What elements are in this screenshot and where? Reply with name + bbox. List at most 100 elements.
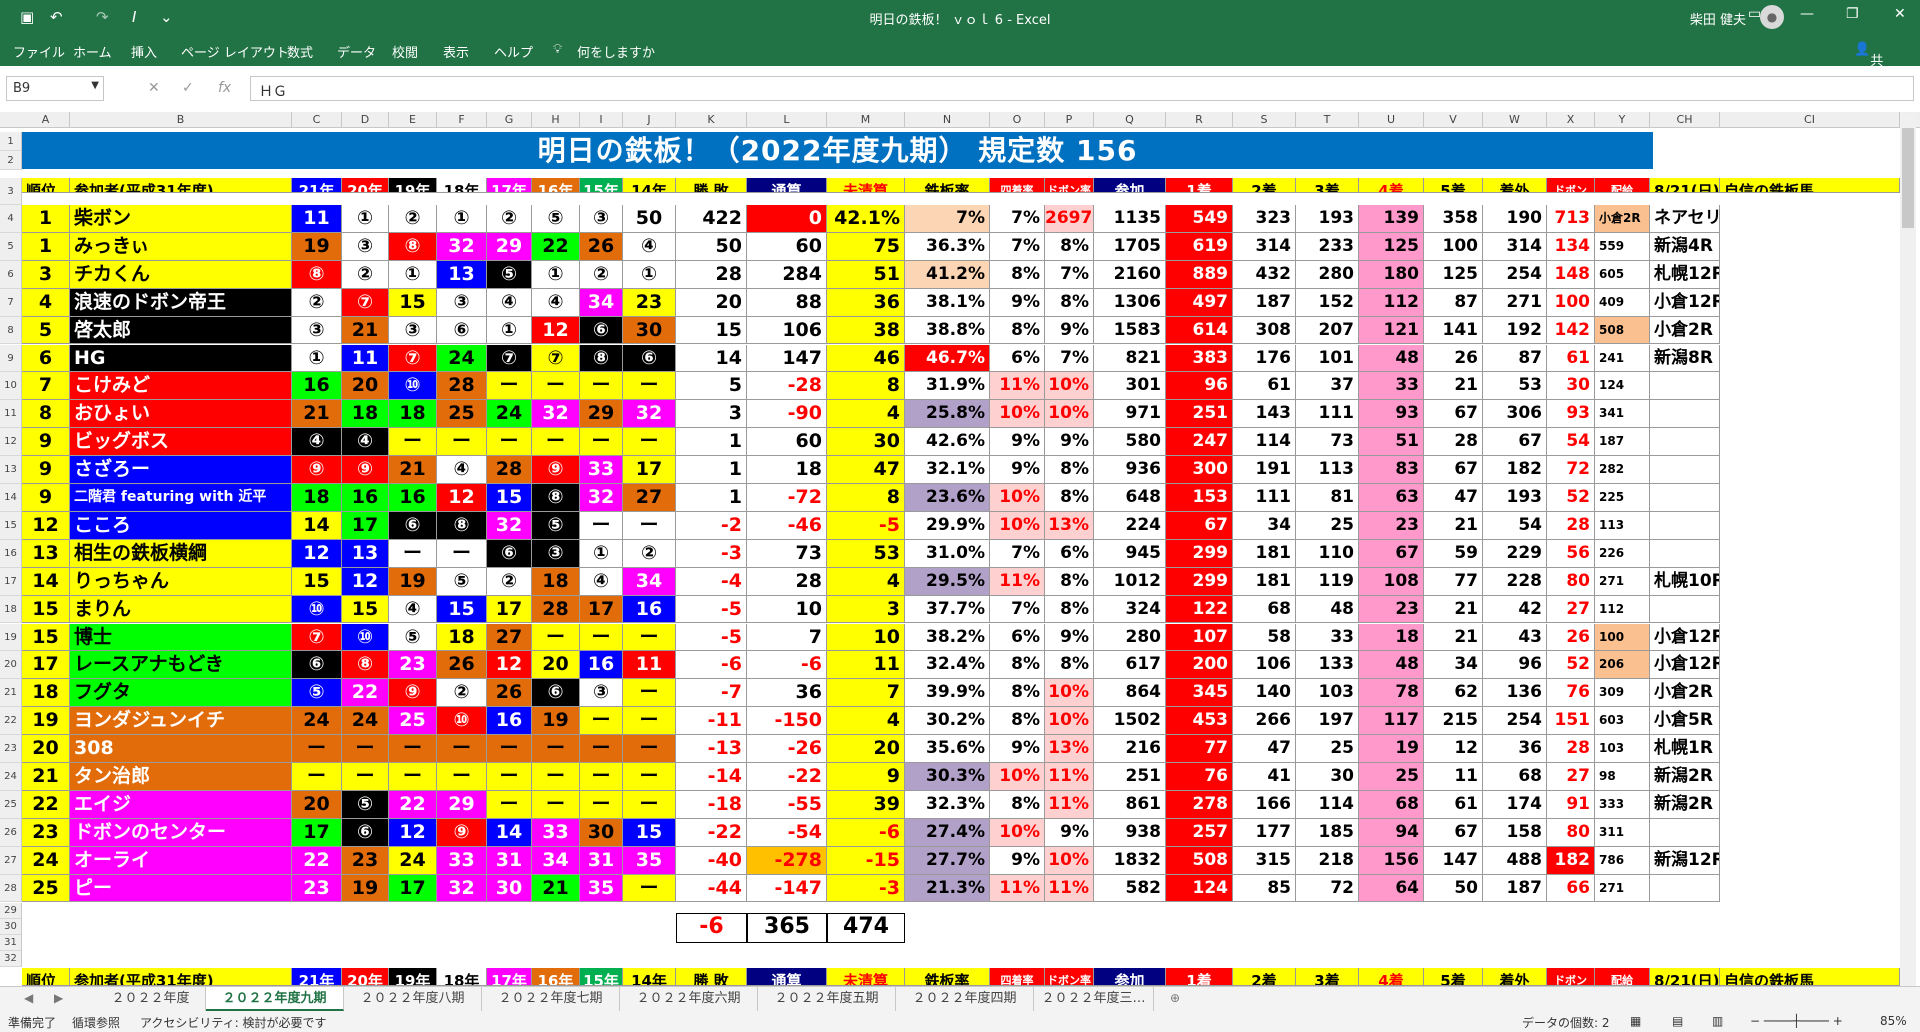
data-cell[interactable]: 小倉12R: [1650, 651, 1720, 680]
data-cell[interactable]: 28: [1547, 735, 1595, 763]
data-cell[interactable]: [1650, 874, 1720, 903]
header-cell[interactable]: 8/21(日): [1650, 178, 1720, 193]
data-cell[interactable]: 617: [1094, 651, 1166, 680]
data-cell[interactable]: -7: [676, 679, 747, 708]
data-cell[interactable]: 8%: [1045, 232, 1094, 261]
data-cell[interactable]: 971: [1094, 400, 1166, 429]
data-cell[interactable]: 358: [1424, 205, 1483, 233]
participant-name[interactable]: タン治郎: [70, 763, 292, 791]
data-cell[interactable]: 19: [1359, 735, 1424, 763]
data-cell[interactable]: 35.6%: [905, 735, 990, 763]
data-cell[interactable]: 48: [1296, 595, 1359, 624]
header-cell[interactable]: 通算: [747, 968, 827, 986]
data-cell[interactable]: -278: [747, 846, 827, 875]
year-result-cell[interactable]: 32: [580, 484, 623, 512]
row-header[interactable]: 31: [0, 934, 22, 951]
year-result-cell[interactable]: 23: [623, 288, 676, 317]
data-cell[interactable]: 224: [1094, 511, 1166, 540]
year-result-cell[interactable]: ⑩: [292, 595, 342, 624]
data-cell[interactable]: 75: [827, 232, 905, 261]
data-cell[interactable]: 341: [1595, 400, 1650, 429]
data-cell[interactable]: -22: [747, 763, 827, 791]
year-result-cell[interactable]: 35: [623, 846, 676, 875]
tab-file[interactable]: ファイル: [13, 42, 65, 61]
header-cell[interactable]: 14年: [623, 178, 676, 193]
data-cell[interactable]: 153: [1166, 484, 1233, 512]
year-result-cell[interactable]: ③: [580, 679, 623, 708]
header-cell[interactable]: 3着: [1296, 968, 1359, 986]
data-cell[interactable]: 197: [1296, 707, 1359, 736]
data-cell[interactable]: 383: [1166, 344, 1233, 373]
year-result-cell[interactable]: ー: [623, 735, 676, 763]
participant-name[interactable]: 博士: [70, 623, 292, 652]
data-cell[interactable]: 新潟4R: [1650, 232, 1720, 261]
year-result-cell[interactable]: ー: [580, 735, 623, 763]
year-result-cell[interactable]: ①: [292, 344, 342, 373]
year-result-cell[interactable]: ー: [487, 790, 532, 819]
data-cell[interactable]: 311: [1595, 818, 1650, 847]
year-result-cell[interactable]: ー: [532, 735, 580, 763]
header-cell[interactable]: 配給: [1595, 968, 1650, 986]
year-result-cell[interactable]: ②: [487, 567, 532, 596]
data-cell[interactable]: [1650, 400, 1720, 429]
year-result-cell[interactable]: 28: [437, 372, 487, 401]
year-result-cell[interactable]: ⑦: [292, 623, 342, 652]
year-result-cell[interactable]: ④: [580, 567, 623, 596]
year-result-cell[interactable]: ー: [487, 763, 532, 791]
data-cell[interactable]: [1650, 511, 1720, 540]
data-cell[interactable]: 31.0%: [905, 539, 990, 568]
year-result-cell[interactable]: 19: [532, 707, 580, 736]
rank-cell[interactable]: 7: [22, 372, 70, 401]
data-cell[interactable]: 25.8%: [905, 400, 990, 429]
data-cell[interactable]: 936: [1094, 456, 1166, 484]
year-result-cell[interactable]: ⑤: [532, 511, 580, 540]
year-result-cell[interactable]: 13: [342, 539, 389, 568]
year-result-cell[interactable]: ⑧: [580, 344, 623, 373]
year-result-cell[interactable]: ー: [580, 707, 623, 736]
year-result-cell[interactable]: 32: [437, 232, 487, 261]
data-cell[interactable]: 7%: [990, 205, 1045, 233]
header-cell[interactable]: 1着: [1166, 968, 1233, 986]
data-cell[interactable]: 8%: [1045, 484, 1094, 512]
data-cell[interactable]: 182: [1483, 456, 1547, 484]
data-cell[interactable]: 52: [1547, 651, 1595, 680]
data-cell[interactable]: 36: [1483, 735, 1547, 763]
data-cell[interactable]: 25: [1296, 511, 1359, 540]
data-cell[interactable]: 札幌12R: [1650, 260, 1720, 289]
header-cell[interactable]: 通算: [747, 178, 827, 193]
data-cell[interactable]: 23: [1359, 595, 1424, 624]
data-cell[interactable]: 96: [1483, 651, 1547, 680]
data-cell[interactable]: 5: [676, 372, 747, 401]
data-cell[interactable]: 713: [1547, 205, 1595, 233]
data-cell[interactable]: 7%: [990, 232, 1045, 261]
data-cell[interactable]: -3: [676, 539, 747, 568]
data-cell[interactable]: 938: [1094, 818, 1166, 847]
year-result-cell[interactable]: ー: [580, 623, 623, 652]
data-cell[interactable]: 497: [1166, 288, 1233, 317]
row-header[interactable]: 4: [0, 205, 22, 233]
header-cell[interactable]: 8/21(日): [1650, 968, 1720, 986]
data-cell[interactable]: 28: [1424, 428, 1483, 457]
year-result-cell[interactable]: ー: [580, 790, 623, 819]
data-cell[interactable]: 8%: [1045, 456, 1094, 484]
header-cell[interactable]: ドボン: [1547, 178, 1595, 193]
data-cell[interactable]: 46: [827, 344, 905, 373]
close-icon[interactable]: ✕: [1894, 6, 1906, 22]
data-cell[interactable]: -6: [676, 651, 747, 680]
data-cell[interactable]: 51: [1359, 428, 1424, 457]
header-cell[interactable]: 17年: [487, 968, 532, 986]
row-header[interactable]: 28: [0, 874, 22, 903]
data-cell[interactable]: 87: [1424, 288, 1483, 317]
data-cell[interactable]: 13%: [1045, 735, 1094, 763]
data-cell[interactable]: 21: [1424, 595, 1483, 624]
data-cell[interactable]: 10: [747, 595, 827, 624]
data-cell[interactable]: 182: [1547, 846, 1595, 875]
data-cell[interactable]: [1650, 372, 1720, 401]
sheet-tab[interactable]: ２０２２年度四期: [896, 987, 1034, 1011]
data-cell[interactable]: 23: [1359, 511, 1424, 540]
row-header[interactable]: 2: [0, 151, 22, 170]
data-cell[interactable]: 187: [1483, 874, 1547, 903]
data-cell[interactable]: 50: [676, 232, 747, 261]
data-cell[interactable]: 3: [827, 595, 905, 624]
year-result-cell[interactable]: ①: [342, 205, 389, 233]
